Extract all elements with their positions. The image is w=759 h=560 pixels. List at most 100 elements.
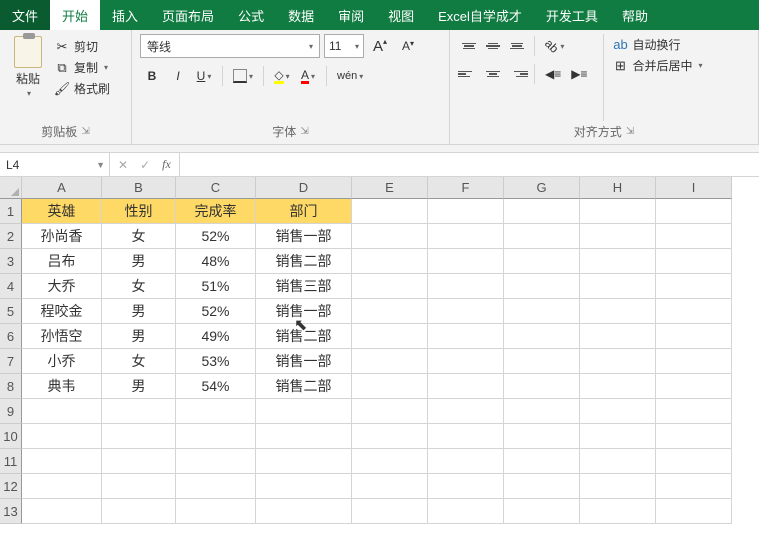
cell-G13[interactable] — [504, 499, 580, 524]
cell-E6[interactable] — [352, 324, 428, 349]
cell-E12[interactable] — [352, 474, 428, 499]
format-painter-button[interactable]: 🖌 格式刷 — [54, 80, 110, 97]
menu-item-4[interactable]: 公式 — [226, 0, 276, 30]
cell-E7[interactable] — [352, 349, 428, 374]
cell-H6[interactable] — [580, 324, 656, 349]
menu-item-6[interactable]: 审阅 — [326, 0, 376, 30]
cell-F7[interactable] — [428, 349, 504, 374]
cell-C1[interactable]: 完成率 — [176, 199, 256, 224]
cell-I10[interactable] — [656, 424, 732, 449]
cell-B5[interactable]: 男 — [102, 299, 176, 324]
cell-B9[interactable] — [102, 399, 176, 424]
cell-A9[interactable] — [22, 399, 102, 424]
cell-A11[interactable] — [22, 449, 102, 474]
cell-A8[interactable]: 典韦 — [22, 374, 102, 399]
cell-E3[interactable] — [352, 249, 428, 274]
cell-G5[interactable] — [504, 299, 580, 324]
row-header-12[interactable]: 12 — [0, 474, 22, 499]
formula-input[interactable] — [180, 153, 759, 176]
cell-B6[interactable]: 男 — [102, 324, 176, 349]
cell-G2[interactable] — [504, 224, 580, 249]
align-left-button[interactable] — [458, 63, 480, 85]
col-header-E[interactable]: E — [352, 177, 428, 199]
cell-D7[interactable]: 销售一部 — [256, 349, 352, 374]
cell-G9[interactable] — [504, 399, 580, 424]
row-header-5[interactable]: 5 — [0, 299, 22, 324]
cell-C7[interactable]: 53% — [176, 349, 256, 374]
cell-H1[interactable] — [580, 199, 656, 224]
cell-B11[interactable] — [102, 449, 176, 474]
increase-font-button[interactable]: A▴ — [368, 34, 392, 58]
cell-H12[interactable] — [580, 474, 656, 499]
cell-I2[interactable] — [656, 224, 732, 249]
cell-I7[interactable] — [656, 349, 732, 374]
cell-E9[interactable] — [352, 399, 428, 424]
cell-F1[interactable] — [428, 199, 504, 224]
merge-center-button[interactable]: ⊞ 合并后居中 ▾ — [612, 57, 702, 74]
align-top-button[interactable] — [458, 35, 480, 57]
cancel-icon[interactable]: ✕ — [118, 158, 128, 172]
font-name-select[interactable]: 等线 ▾ — [140, 34, 320, 58]
name-box[interactable]: L4 ▼ — [0, 153, 110, 176]
cell-F12[interactable] — [428, 474, 504, 499]
cell-E1[interactable] — [352, 199, 428, 224]
cell-F6[interactable] — [428, 324, 504, 349]
col-header-G[interactable]: G — [504, 177, 580, 199]
cell-G1[interactable] — [504, 199, 580, 224]
cell-E8[interactable] — [352, 374, 428, 399]
cell-E5[interactable] — [352, 299, 428, 324]
enter-icon[interactable]: ✓ — [140, 158, 150, 172]
cell-G12[interactable] — [504, 474, 580, 499]
cell-B4[interactable]: 女 — [102, 274, 176, 299]
col-header-H[interactable]: H — [580, 177, 656, 199]
cell-I6[interactable] — [656, 324, 732, 349]
bold-button[interactable]: B — [140, 64, 164, 88]
cell-H2[interactable] — [580, 224, 656, 249]
menu-item-1[interactable]: 开始 — [50, 0, 100, 30]
cell-F5[interactable] — [428, 299, 504, 324]
cell-A3[interactable]: 吕布 — [22, 249, 102, 274]
cell-E11[interactable] — [352, 449, 428, 474]
align-center-button[interactable] — [482, 63, 504, 85]
phonetic-button[interactable]: wén▾ — [333, 64, 367, 88]
row-header-6[interactable]: 6 — [0, 324, 22, 349]
cell-D11[interactable] — [256, 449, 352, 474]
cell-C9[interactable] — [176, 399, 256, 424]
cell-D4[interactable]: 销售三部 — [256, 274, 352, 299]
cell-H8[interactable] — [580, 374, 656, 399]
col-header-B[interactable]: B — [102, 177, 176, 199]
fill-color-button[interactable]: ◇▾ — [270, 64, 294, 88]
cell-D9[interactable] — [256, 399, 352, 424]
dialog-launcher-icon[interactable]: ⇲ — [626, 126, 634, 137]
cell-A13[interactable] — [22, 499, 102, 524]
menu-item-9[interactable]: 开发工具 — [534, 0, 610, 30]
cell-I4[interactable] — [656, 274, 732, 299]
menu-item-7[interactable]: 视图 — [376, 0, 426, 30]
cell-C8[interactable]: 54% — [176, 374, 256, 399]
cell-I5[interactable] — [656, 299, 732, 324]
cell-A1[interactable]: 英雄 — [22, 199, 102, 224]
dialog-launcher-icon[interactable]: ⇲ — [300, 126, 308, 137]
col-header-D[interactable]: D — [256, 177, 352, 199]
row-header-7[interactable]: 7 — [0, 349, 22, 374]
cell-C3[interactable]: 48% — [176, 249, 256, 274]
cell-B2[interactable]: 女 — [102, 224, 176, 249]
cell-C10[interactable] — [176, 424, 256, 449]
cell-D8[interactable]: 销售二部 — [256, 374, 352, 399]
cell-H10[interactable] — [580, 424, 656, 449]
cell-F11[interactable] — [428, 449, 504, 474]
cell-H5[interactable] — [580, 299, 656, 324]
cell-D10[interactable] — [256, 424, 352, 449]
cell-F9[interactable] — [428, 399, 504, 424]
font-color-button[interactable]: A▾ — [296, 64, 320, 88]
cell-D3[interactable]: 销售二部 — [256, 249, 352, 274]
cell-E2[interactable] — [352, 224, 428, 249]
cell-A4[interactable]: 大乔 — [22, 274, 102, 299]
cell-D5[interactable]: 销售一部 — [256, 299, 352, 324]
row-header-11[interactable]: 11 — [0, 449, 22, 474]
cell-B10[interactable] — [102, 424, 176, 449]
select-all-corner[interactable] — [0, 177, 22, 199]
cell-I3[interactable] — [656, 249, 732, 274]
cell-G7[interactable] — [504, 349, 580, 374]
cell-I8[interactable] — [656, 374, 732, 399]
